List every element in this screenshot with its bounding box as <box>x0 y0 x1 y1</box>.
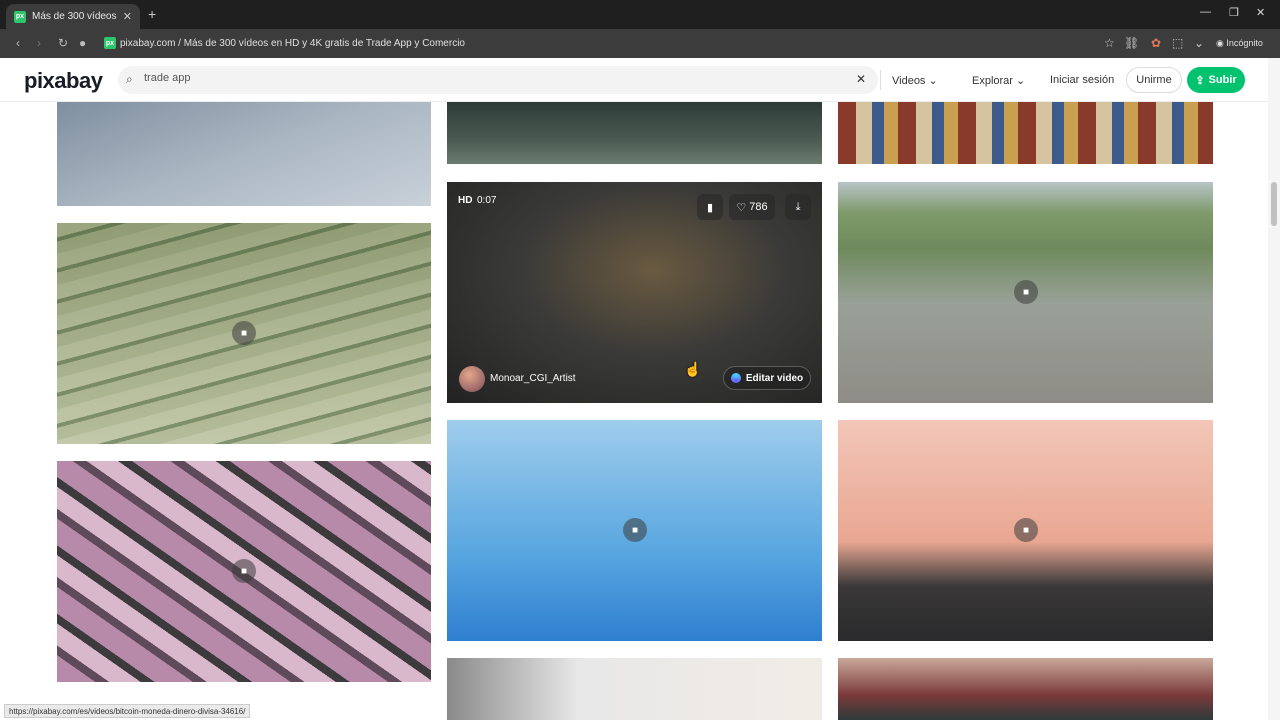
minimize-icon[interactable]: — <box>1200 6 1211 18</box>
video-camera-icon: ■ <box>623 518 647 542</box>
url-text: pixabay.com / Más de 300 vídeos en HD y … <box>120 37 465 49</box>
pixabay-favicon: px <box>14 10 26 23</box>
video-tile[interactable] <box>838 102 1213 164</box>
microphone-icon[interactable]: ● <box>79 36 86 50</box>
restore-icon[interactable]: ❐ <box>1229 6 1239 19</box>
upload-icon: ⇪ <box>1195 74 1205 87</box>
video-camera-icon: ■ <box>232 559 256 583</box>
browser-tab[interactable]: px Más de 300 vídeos en HD y 4K ✕ <box>6 4 140 29</box>
download-icon: ⤓ <box>795 200 801 213</box>
incognito-icon: ◉ <box>1216 38 1227 48</box>
like-button[interactable]: ♡ 786 <box>729 194 775 220</box>
editor-logo-icon <box>730 373 741 383</box>
status-bar-url: https://pixabay.com/es/videos/bitcoin-mo… <box>4 704 251 718</box>
bookmark-icon: ▮ <box>706 201 714 214</box>
video-tile[interactable]: ■ <box>838 420 1213 641</box>
page-scrollbar[interactable] <box>1268 58 1280 720</box>
video-camera-icon: ■ <box>1014 280 1038 304</box>
link-icon[interactable]: ⛓ <box>1124 36 1139 50</box>
chevron-down-icon: ⌄ <box>1016 75 1026 87</box>
divider <box>880 70 881 90</box>
close-window-icon[interactable]: ✕ <box>1256 6 1265 19</box>
quality-badge: HD <box>458 195 473 206</box>
download-button[interactable]: ⤓ <box>785 194 811 220</box>
search-bar: ⌕ ✕ <box>118 66 878 94</box>
extension-icon[interactable]: ✿ <box>1151 36 1161 50</box>
mouse-cursor-icon: ☝ <box>684 361 702 377</box>
new-tab-icon[interactable]: + <box>148 6 156 22</box>
video-tile[interactable] <box>447 658 822 720</box>
video-tile[interactable]: ■ <box>838 182 1213 403</box>
tab-close-icon[interactable]: ✕ <box>123 10 132 23</box>
media-type-select[interactable]: Videos ⌄ <box>892 74 938 87</box>
chevron-down-icon[interactable]: ⌄ <box>1194 36 1204 50</box>
scrollbar-thumb[interactable] <box>1271 182 1277 226</box>
video-tile[interactable] <box>57 102 431 206</box>
author-name[interactable]: Monoar_CGI_Artist <box>490 373 576 384</box>
bookmark-star-icon[interactable]: ☆ <box>1104 36 1115 50</box>
author-avatar[interactable] <box>459 366 485 392</box>
video-tile[interactable] <box>838 658 1213 720</box>
address-bar-row: ‹ › ↻ ● px pixabay.com / Más de 300 víde… <box>0 29 1280 58</box>
login-link[interactable]: Iniciar sesión <box>1050 74 1114 86</box>
video-tile[interactable] <box>447 102 822 164</box>
edit-video-button[interactable]: Editar video <box>723 366 811 390</box>
video-tile[interactable]: ■ <box>447 420 822 641</box>
url-field[interactable]: px pixabay.com / Más de 300 vídeos en HD… <box>104 37 465 49</box>
save-collection-button[interactable]: ▮ <box>697 194 723 220</box>
browser-tab-bar: px Más de 300 vídeos en HD y 4K ✕ + — ❐ … <box>0 0 1280 29</box>
back-icon[interactable]: ‹ <box>16 36 20 50</box>
heart-icon: ♡ <box>736 201 747 214</box>
explore-menu[interactable]: Explorar ⌄ <box>972 74 1025 87</box>
search-input[interactable] <box>144 72 744 84</box>
search-icon[interactable]: ⌕ <box>126 72 133 87</box>
video-camera-icon: ■ <box>232 321 256 345</box>
join-button[interactable]: Unirme <box>1126 67 1182 93</box>
site-favicon: px <box>104 37 116 49</box>
tab-title: Más de 300 vídeos en HD y 4K <box>32 11 119 22</box>
pixabay-logo[interactable]: pixabay <box>24 68 103 94</box>
upload-button[interactable]: ⇪ Subir <box>1187 67 1245 93</box>
reload-icon[interactable]: ↻ <box>58 36 68 50</box>
video-tile[interactable]: ■ <box>57 461 431 682</box>
incognito-label[interactable]: ◉ Incógnito <box>1216 38 1263 49</box>
site-header: pixabay ⌕ ✕ Videos ⌄ Explorar ⌄ Iniciar … <box>0 58 1268 102</box>
forward-icon[interactable]: › <box>37 36 41 50</box>
video-duration: 0:07 <box>477 195 497 206</box>
chevron-down-icon: ⌄ <box>928 75 938 87</box>
clear-search-icon[interactable]: ✕ <box>856 72 866 86</box>
video-camera-icon: ■ <box>1014 518 1038 542</box>
video-tile[interactable]: ■ <box>57 223 431 444</box>
puzzle-icon[interactable]: ⬚ <box>1172 36 1183 50</box>
video-tile-hovered[interactable]: HD 0:07 ▮ ♡ 786 ⤓ Monoar_CGI_Artist Edit… <box>447 182 822 403</box>
